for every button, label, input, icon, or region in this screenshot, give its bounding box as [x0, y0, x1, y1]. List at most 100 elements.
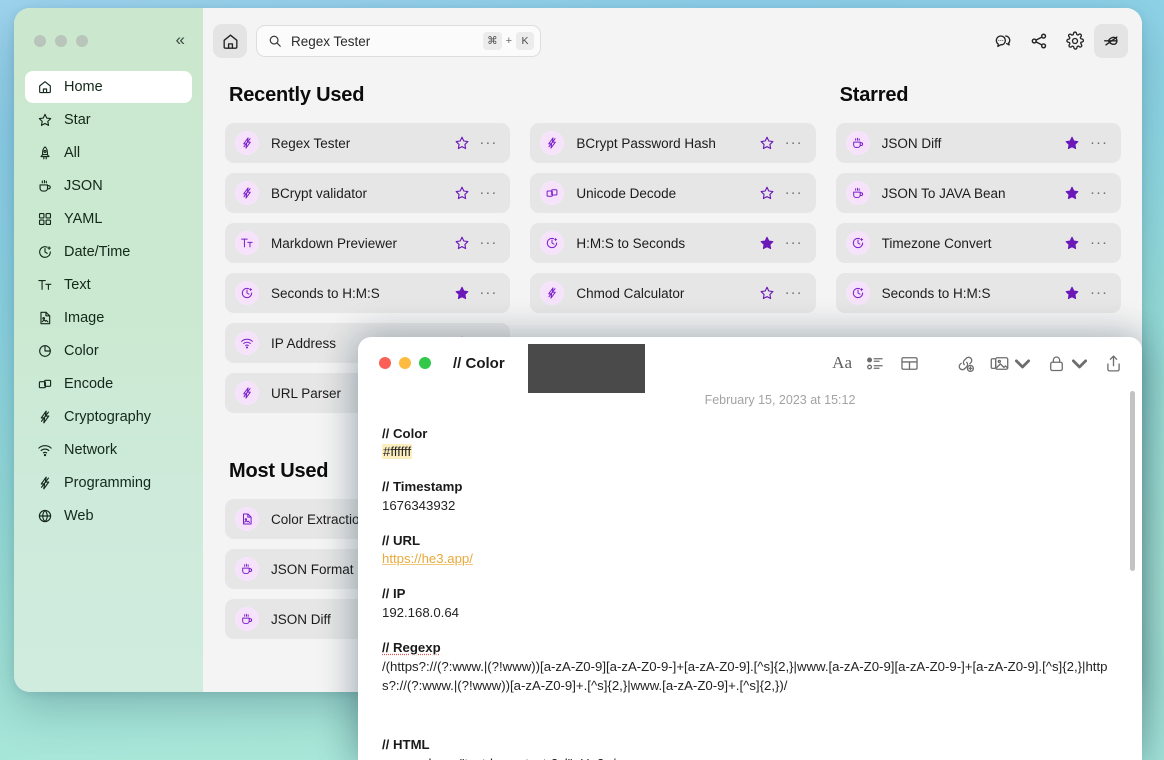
- pin-button[interactable]: [1094, 24, 1128, 58]
- card-more-button[interactable]: ···: [1088, 235, 1110, 250]
- search-input[interactable]: Regex Tester ⌘ + K: [256, 25, 541, 57]
- star-outline-icon[interactable]: [452, 185, 471, 201]
- card-more-button[interactable]: ···: [1088, 285, 1110, 300]
- sidebar-item-all[interactable]: All: [25, 137, 192, 169]
- tool-card-label: Chmod Calculator: [576, 285, 685, 301]
- sidebar-item-encode[interactable]: Encode: [25, 368, 192, 400]
- share-export-button[interactable]: [1101, 350, 1126, 377]
- star-filled-icon[interactable]: [1063, 135, 1082, 151]
- star-outline-icon[interactable]: [758, 285, 777, 301]
- star-filled-icon[interactable]: [1063, 285, 1082, 301]
- card-more-button[interactable]: ···: [783, 185, 805, 200]
- top-toolbar: Regex Tester ⌘ + K: [203, 8, 1142, 74]
- card-more-button[interactable]: ···: [477, 235, 499, 250]
- card-more-button[interactable]: ···: [1088, 185, 1110, 200]
- card-more-button[interactable]: ···: [783, 135, 805, 150]
- card-more-button[interactable]: ···: [477, 285, 499, 300]
- card-more-button[interactable]: ···: [783, 285, 805, 300]
- sidebar-item-image[interactable]: Image: [25, 302, 192, 334]
- tool-card[interactable]: Unicode Decode ···: [530, 173, 816, 213]
- sidebar-item-label: Encode: [64, 376, 114, 392]
- star-filled-icon[interactable]: [758, 235, 777, 251]
- note-title: // Color: [453, 354, 505, 372]
- star-outline-icon[interactable]: [758, 185, 777, 201]
- tool-card[interactable]: JSON Diff ···: [835, 123, 1121, 163]
- share-export-icon: [1107, 354, 1120, 372]
- note-minimize-button[interactable]: [399, 357, 411, 369]
- sidebar-item-web[interactable]: Web: [25, 500, 192, 532]
- note-scrollbar[interactable]: [1130, 391, 1135, 571]
- note-block-value: 1676343932: [382, 497, 456, 513]
- sidebar-item-label: Image: [64, 310, 105, 326]
- checklist-button[interactable]: [863, 350, 888, 377]
- note-content[interactable]: // Color #ffffff // Timestamp 1676343932 // …: [358, 407, 1142, 760]
- table-button[interactable]: [897, 350, 922, 377]
- note-block-heading: // Timestamp: [382, 479, 463, 495]
- section-title-recently-used: Recently Used: [229, 84, 365, 106]
- maximize-button[interactable]: [76, 35, 88, 47]
- star-outline-icon[interactable]: [452, 235, 471, 251]
- share-button[interactable]: [1022, 24, 1056, 58]
- sidebar-item-color[interactable]: Color: [25, 335, 192, 367]
- tool-card[interactable]: H:M:S to Seconds ···: [530, 223, 816, 263]
- star-filled-icon[interactable]: [1063, 185, 1082, 201]
- tool-card-label: BCrypt Password Hash: [576, 135, 716, 151]
- tool-card[interactable]: Seconds to H:M:S ···: [225, 273, 511, 313]
- shortcut-k-key: K: [516, 32, 534, 50]
- minimize-button[interactable]: [55, 35, 67, 47]
- tool-card[interactable]: JSON To JAVA Bean ···: [835, 173, 1121, 213]
- note-block-value: <span class="text-lg sm:text-2xl">He3</s…: [382, 754, 1114, 760]
- bolt-icon: [540, 281, 565, 305]
- sidebar-item-programming[interactable]: Programming: [25, 467, 192, 499]
- card-more-button[interactable]: ···: [1088, 135, 1110, 150]
- add-link-button[interactable]: [953, 350, 978, 377]
- card-more-button[interactable]: ···: [783, 235, 805, 250]
- card-more-button[interactable]: ···: [477, 135, 499, 150]
- tool-card[interactable]: Markdown Previewer ···: [225, 223, 511, 263]
- tool-card[interactable]: BCrypt Password Hash ···: [530, 123, 816, 163]
- note-block-value: /(https?://(?:www.|(?!www))[a-zA-Z0-9][a…: [382, 658, 1108, 694]
- sidebar-item-network[interactable]: Network: [25, 434, 192, 466]
- note-block-heading-row: // URL: [382, 532, 1114, 550]
- sidebar-item-yaml[interactable]: YAML: [25, 203, 192, 235]
- chat-button[interactable]: [986, 24, 1020, 58]
- note-maximize-button[interactable]: [419, 357, 431, 369]
- star-filled-icon[interactable]: [1063, 235, 1082, 251]
- tool-card[interactable]: BCrypt validator ···: [225, 173, 511, 213]
- collapse-sidebar-button[interactable]: «: [174, 31, 187, 52]
- note-block-value: 192.168.0.64: [382, 604, 460, 620]
- note-block-value[interactable]: https://he3.app/: [382, 550, 1114, 568]
- note-window: // Color Aa February 15, 2023 at 15:12 /…: [358, 337, 1142, 760]
- tool-card[interactable]: Seconds to H:M:S ···: [835, 273, 1121, 313]
- star-outline-icon[interactable]: [758, 135, 777, 151]
- note-close-button[interactable]: [379, 357, 391, 369]
- bolt-icon: [540, 131, 565, 155]
- sidebar-item-home[interactable]: Home: [25, 71, 192, 103]
- sidebar-item-date-time[interactable]: Date/Time: [25, 236, 192, 268]
- sidebar-item-cryptography[interactable]: Cryptography: [25, 401, 192, 433]
- media-button[interactable]: [987, 350, 1035, 377]
- search-icon: [269, 35, 281, 47]
- star-filled-icon[interactable]: [452, 285, 471, 301]
- home-button[interactable]: [213, 24, 247, 58]
- lock-button[interactable]: [1044, 350, 1092, 377]
- image-file-icon: [235, 507, 259, 531]
- tool-card[interactable]: Timezone Convert ···: [835, 223, 1121, 263]
- bolt-icon: [235, 131, 259, 155]
- format-button[interactable]: Aa: [830, 350, 854, 376]
- note-url-link[interactable]: https://he3.app/: [382, 551, 473, 566]
- sidebar-item-star[interactable]: Star: [25, 104, 192, 136]
- card-more-button[interactable]: ···: [477, 185, 499, 200]
- shortcut-plus: +: [505, 35, 512, 47]
- star-outline-icon[interactable]: [452, 135, 471, 151]
- clock-icon: [36, 244, 53, 261]
- note-block-heading-row: // Timestamp: [382, 478, 1114, 496]
- recently-used-list-2: BCrypt Password Hash ··· Unicode Decode ···…: [530, 123, 816, 313]
- tool-card[interactable]: Regex Tester ···: [225, 123, 511, 163]
- tool-card[interactable]: Chmod Calculator ···: [530, 273, 816, 313]
- settings-button[interactable]: [1058, 24, 1092, 58]
- tool-card-label: Regex Tester: [271, 135, 351, 151]
- sidebar-item-text[interactable]: Text: [25, 269, 192, 301]
- close-button[interactable]: [34, 35, 46, 47]
- sidebar-item-json[interactable]: JSON: [25, 170, 192, 202]
